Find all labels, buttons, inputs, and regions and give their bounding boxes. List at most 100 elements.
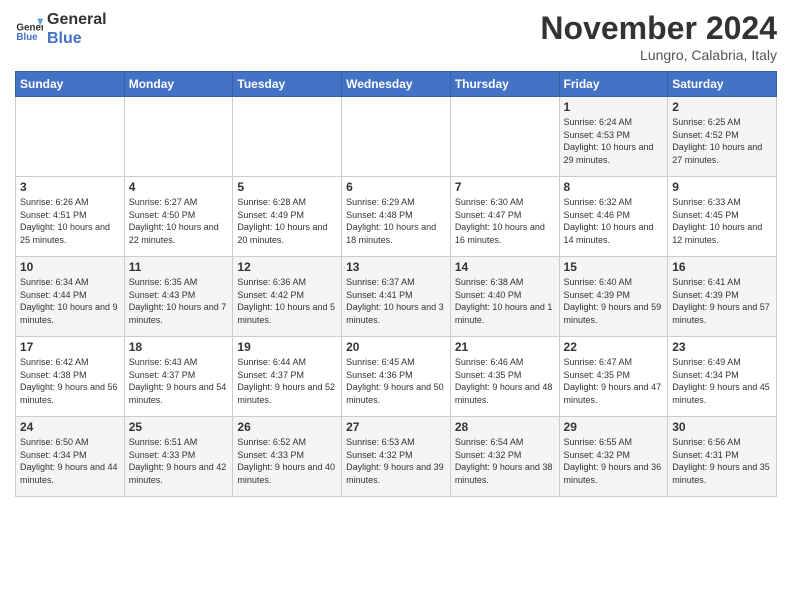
day-number: 10	[20, 260, 120, 274]
col-friday: Friday	[559, 72, 668, 97]
header-row: Sunday Monday Tuesday Wednesday Thursday…	[16, 72, 777, 97]
calendar-cell: 6Sunrise: 6:29 AM Sunset: 4:48 PM Daylig…	[342, 177, 451, 257]
logo-general: General	[47, 10, 107, 29]
calendar-cell: 10 Sunrise: 6:34 AM Sunset: 4:44 PM Dayli…	[16, 257, 125, 337]
calendar-cell: 7 Sunrise: 6:30 AM Sunset: 4:47 PM Daylig…	[450, 177, 559, 257]
day-info: Sunrise: 6:50 AM Sunset: 4:34 PM Dayligh…	[20, 436, 120, 486]
day-number: 12	[237, 260, 337, 274]
day-number: 18	[129, 340, 229, 354]
calendar-cell: 14 Sunrise: 6:38 AM Sunset: 4:40 PM Dayli…	[450, 257, 559, 337]
day-number: 9	[672, 180, 772, 194]
calendar-week-1: 1 Sunrise: 6:24 AM Sunset: 4:53 PM Daylig…	[16, 97, 777, 177]
day-info: Sunrise: 6:32 AM Sunset: 4:46 PM Dayligh…	[564, 196, 664, 246]
day-number: 25	[129, 420, 229, 434]
calendar-cell: 2 Sunrise: 6:25 AM Sunset: 4:52 PM Daylig…	[668, 97, 777, 177]
day-info: Sunrise: 6:34 AM Sunset: 4:44 PM Dayligh…	[20, 276, 120, 326]
day-info: Sunrise: 6:45 AM Sunset: 4:36 PM Dayligh…	[346, 356, 446, 406]
day-number: 29	[564, 420, 664, 434]
title-block: November 2024 Lungro, Calabria, Italy	[540, 10, 777, 63]
day-number: 21	[455, 340, 555, 354]
day-number: 28	[455, 420, 555, 434]
calendar-week-2: 3Sunrise: 6:26 AM Sunset: 4:51 PM Daylig…	[16, 177, 777, 257]
day-number: 16	[672, 260, 772, 274]
calendar-cell	[16, 97, 125, 177]
day-info: Sunrise: 6:30 AM Sunset: 4:47 PM Dayligh…	[455, 196, 555, 246]
calendar-cell: 25 Sunrise: 6:51 AM Sunset: 4:33 PM Dayli…	[124, 417, 233, 497]
day-info: Sunrise: 6:35 AM Sunset: 4:43 PM Dayligh…	[129, 276, 229, 326]
calendar-cell: 27Sunrise: 6:53 AM Sunset: 4:32 PM Dayli…	[342, 417, 451, 497]
calendar-cell: 8 Sunrise: 6:32 AM Sunset: 4:46 PM Daylig…	[559, 177, 668, 257]
col-thursday: Thursday	[450, 72, 559, 97]
day-number: 17	[20, 340, 120, 354]
calendar-cell: 4Sunrise: 6:27 AM Sunset: 4:50 PM Daylig…	[124, 177, 233, 257]
col-saturday: Saturday	[668, 72, 777, 97]
calendar-cell	[124, 97, 233, 177]
day-number: 20	[346, 340, 446, 354]
day-info: Sunrise: 6:24 AM Sunset: 4:53 PM Dayligh…	[564, 116, 664, 166]
day-info: Sunrise: 6:38 AM Sunset: 4:40 PM Dayligh…	[455, 276, 555, 326]
day-info: Sunrise: 6:28 AM Sunset: 4:49 PM Dayligh…	[237, 196, 337, 246]
day-number: 27	[346, 420, 446, 434]
day-info: Sunrise: 6:47 AM Sunset: 4:35 PM Dayligh…	[564, 356, 664, 406]
calendar-cell: 9 Sunrise: 6:33 AM Sunset: 4:45 PM Daylig…	[668, 177, 777, 257]
calendar-week-4: 17 Sunrise: 6:42 AM Sunset: 4:38 PM Dayli…	[16, 337, 777, 417]
calendar-cell: 22 Sunrise: 6:47 AM Sunset: 4:35 PM Dayli…	[559, 337, 668, 417]
calendar-cell: 1 Sunrise: 6:24 AM Sunset: 4:53 PM Daylig…	[559, 97, 668, 177]
day-info: Sunrise: 6:36 AM Sunset: 4:42 PM Dayligh…	[237, 276, 337, 326]
calendar-cell: 26Sunrise: 6:52 AM Sunset: 4:33 PM Dayli…	[233, 417, 342, 497]
day-info: Sunrise: 6:54 AM Sunset: 4:32 PM Dayligh…	[455, 436, 555, 486]
calendar-cell: 17 Sunrise: 6:42 AM Sunset: 4:38 PM Dayli…	[16, 337, 125, 417]
logo: General Blue General Blue	[15, 10, 107, 48]
calendar-cell: 16Sunrise: 6:41 AM Sunset: 4:39 PM Dayli…	[668, 257, 777, 337]
day-info: Sunrise: 6:43 AM Sunset: 4:37 PM Dayligh…	[129, 356, 229, 406]
day-number: 11	[129, 260, 229, 274]
calendar-cell: 18 Sunrise: 6:43 AM Sunset: 4:37 PM Dayli…	[124, 337, 233, 417]
day-number: 30	[672, 420, 772, 434]
day-info: Sunrise: 6:25 AM Sunset: 4:52 PM Dayligh…	[672, 116, 772, 166]
day-info: Sunrise: 6:42 AM Sunset: 4:38 PM Dayligh…	[20, 356, 120, 406]
calendar-cell: 20 Sunrise: 6:45 AM Sunset: 4:36 PM Dayli…	[342, 337, 451, 417]
day-info: Sunrise: 6:29 AM Sunset: 4:48 PM Dayligh…	[346, 196, 446, 246]
day-info: Sunrise: 6:40 AM Sunset: 4:39 PM Dayligh…	[564, 276, 664, 326]
logo-icon: General Blue	[15, 15, 43, 43]
day-number: 2	[672, 100, 772, 114]
day-number: 23	[672, 340, 772, 354]
month-title: November 2024	[540, 10, 777, 47]
day-number: 19	[237, 340, 337, 354]
col-wednesday: Wednesday	[342, 72, 451, 97]
calendar-cell: 30Sunrise: 6:56 AM Sunset: 4:31 PM Dayli…	[668, 417, 777, 497]
day-info: Sunrise: 6:37 AM Sunset: 4:41 PM Dayligh…	[346, 276, 446, 326]
day-number: 3	[20, 180, 120, 194]
calendar-cell	[233, 97, 342, 177]
calendar-table: Sunday Monday Tuesday Wednesday Thursday…	[15, 71, 777, 497]
calendar-cell: 23Sunrise: 6:49 AM Sunset: 4:34 PM Dayli…	[668, 337, 777, 417]
calendar-cell: 24 Sunrise: 6:50 AM Sunset: 4:34 PM Dayli…	[16, 417, 125, 497]
calendar-cell	[342, 97, 451, 177]
day-number: 22	[564, 340, 664, 354]
page-container: General Blue General Blue November 2024 …	[0, 0, 792, 507]
day-number: 7	[455, 180, 555, 194]
calendar-cell: 19 Sunrise: 6:44 AM Sunset: 4:37 PM Dayli…	[233, 337, 342, 417]
calendar-cell: 5 Sunrise: 6:28 AM Sunset: 4:49 PM Daylig…	[233, 177, 342, 257]
day-number: 1	[564, 100, 664, 114]
calendar-cell: 12 Sunrise: 6:36 AM Sunset: 4:42 PM Dayli…	[233, 257, 342, 337]
day-number: 5	[237, 180, 337, 194]
day-number: 24	[20, 420, 120, 434]
col-sunday: Sunday	[16, 72, 125, 97]
calendar-cell: 28 Sunrise: 6:54 AM Sunset: 4:32 PM Dayli…	[450, 417, 559, 497]
calendar-cell	[450, 97, 559, 177]
calendar-cell: 13 Sunrise: 6:37 AM Sunset: 4:41 PM Dayli…	[342, 257, 451, 337]
day-info: Sunrise: 6:33 AM Sunset: 4:45 PM Dayligh…	[672, 196, 772, 246]
svg-text:Blue: Blue	[16, 32, 38, 43]
day-number: 13	[346, 260, 446, 274]
day-info: Sunrise: 6:44 AM Sunset: 4:37 PM Dayligh…	[237, 356, 337, 406]
calendar-header: Sunday Monday Tuesday Wednesday Thursday…	[16, 72, 777, 97]
day-number: 8	[564, 180, 664, 194]
day-number: 14	[455, 260, 555, 274]
calendar-body: 1 Sunrise: 6:24 AM Sunset: 4:53 PM Daylig…	[16, 97, 777, 497]
col-monday: Monday	[124, 72, 233, 97]
calendar-cell: 11 Sunrise: 6:35 AM Sunset: 4:43 PM Dayli…	[124, 257, 233, 337]
day-info: Sunrise: 6:52 AM Sunset: 4:33 PM Dayligh…	[237, 436, 337, 486]
calendar-cell: 21Sunrise: 6:46 AM Sunset: 4:35 PM Dayli…	[450, 337, 559, 417]
day-info: Sunrise: 6:51 AM Sunset: 4:33 PM Dayligh…	[129, 436, 229, 486]
